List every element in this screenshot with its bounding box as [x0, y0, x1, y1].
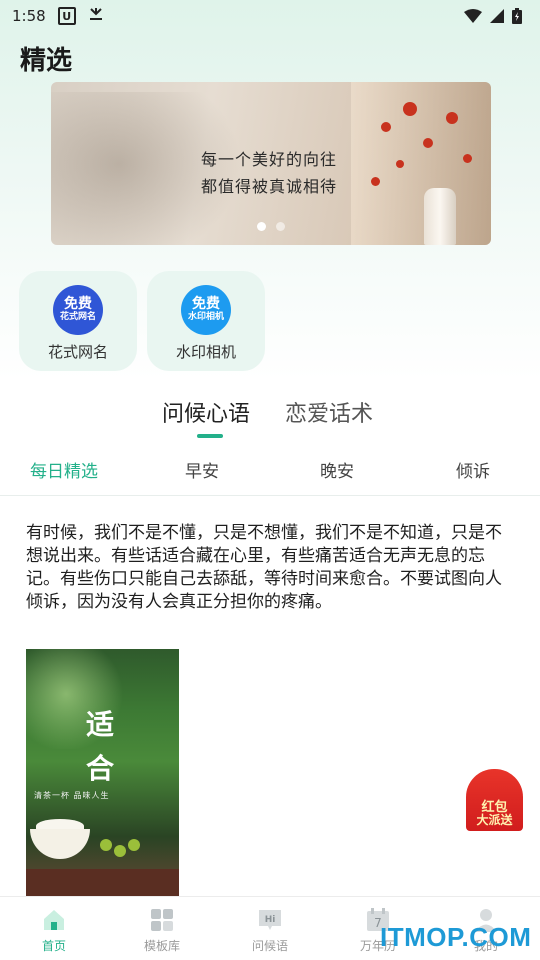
nav-greetings[interactable]: Hi 问候语 — [216, 897, 324, 960]
badge-top-text: 免费 — [64, 296, 92, 313]
post-image[interactable]: 适 合 清茶一杯 品味人生 — [26, 649, 179, 899]
wifi-icon — [464, 9, 482, 23]
free-camera-badge-icon: 免费 水印相机 — [181, 285, 231, 335]
page-title: 精选 — [20, 46, 73, 76]
flower-illustration — [423, 138, 433, 148]
download-icon — [88, 6, 104, 26]
carousel-dot[interactable] — [276, 222, 285, 231]
site-watermark: ITMOP.COM — [380, 922, 532, 952]
flower-illustration — [463, 154, 472, 163]
fruit — [100, 839, 112, 851]
grid-icon — [149, 907, 175, 933]
nav-templates[interactable]: 模板库 — [108, 897, 216, 960]
teacup — [30, 829, 90, 859]
status-bar: 1:58 U — [0, 0, 540, 32]
svg-text:Hi: Hi — [265, 915, 276, 925]
quick-action-label: 花式网名 — [47, 343, 108, 361]
carousel-dot-active[interactable] — [257, 222, 266, 231]
hi-chat-icon: Hi — [257, 907, 283, 933]
red-packet-button[interactable]: 红包 大派送 — [466, 769, 523, 831]
carousel-indicator — [51, 222, 491, 231]
red-packet-line-2: 大派送 — [476, 813, 513, 828]
banner-line-2: 都值得被真诚相待 — [201, 177, 338, 196]
image-calligraphy-2: 合 — [86, 752, 115, 785]
subtab-confide[interactable]: 倾诉 — [456, 457, 490, 482]
app-notification-icon: U — [57, 7, 76, 25]
badge-sub-text: 花式网名 — [59, 311, 96, 322]
banner-carousel[interactable]: 每一个美好的向往 都值得被真诚相待 — [51, 82, 491, 245]
flower-illustration — [381, 122, 391, 132]
quick-action-nickname[interactable]: 免费 花式网名 花式网名 — [19, 271, 137, 371]
quick-action-watermark-camera[interactable]: 免费 水印相机 水印相机 — [147, 271, 265, 371]
vase-illustration — [424, 188, 456, 245]
post-text[interactable]: 有时候，我们不是不懂，只是不想懂，我们不是不知道，只是不想说出来。有些话适合藏在… — [26, 522, 512, 614]
flower-illustration — [446, 112, 458, 124]
status-time: 1:58 — [12, 7, 46, 25]
free-nickname-badge-icon: 免费 花式网名 — [53, 285, 103, 335]
fruit — [128, 839, 140, 851]
subtab-good-night[interactable]: 晚安 — [320, 457, 354, 482]
battery-icon — [512, 8, 522, 24]
nav-home[interactable]: 首页 — [0, 897, 108, 960]
nav-label: 模板库 — [143, 939, 180, 953]
sub-tab-bar: 每日精选 早安 晚安 倾诉 — [0, 444, 540, 496]
nav-label: 问候语 — [251, 939, 288, 953]
subtab-daily-picks[interactable]: 每日精选 — [30, 457, 98, 482]
badge-top-text: 免费 — [192, 296, 220, 313]
subtab-good-morning[interactable]: 早安 — [185, 457, 219, 482]
tab-greetings[interactable]: 问候心语 — [162, 396, 250, 428]
banner-line-1: 每一个美好的向往 — [201, 150, 338, 169]
fruit — [114, 845, 126, 857]
signal-icon — [490, 9, 504, 23]
flower-illustration — [403, 102, 417, 116]
image-caption: 清茶一杯 品味人生 — [34, 791, 110, 800]
tab-love-talk[interactable]: 恋爱话术 — [285, 396, 373, 428]
quick-action-label: 水印相机 — [175, 343, 236, 361]
badge-sub-text: 水印相机 — [187, 311, 224, 322]
tab-indicator — [197, 434, 223, 438]
tea-table — [26, 869, 179, 899]
nav-label: 首页 — [41, 939, 66, 953]
home-icon — [41, 907, 67, 933]
image-calligraphy-1: 适 — [86, 708, 115, 741]
